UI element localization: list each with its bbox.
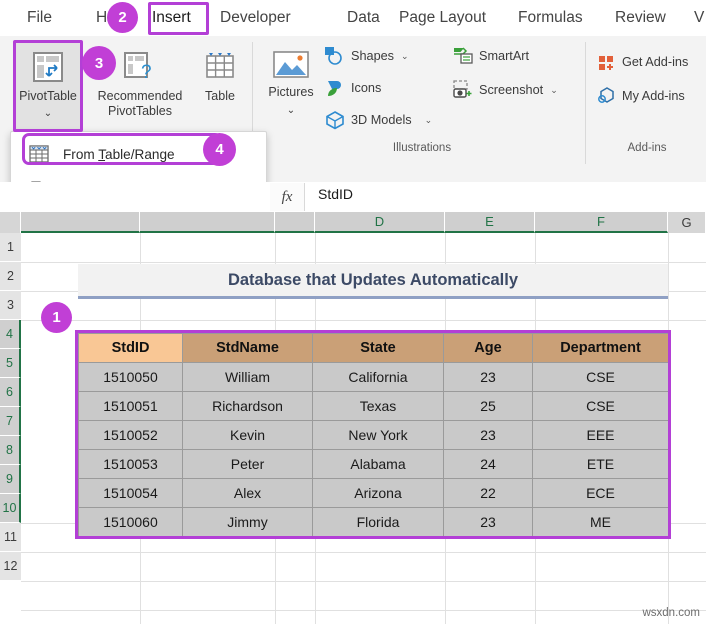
pivottable-button[interactable]: PivotTable ⌄ [16, 42, 80, 140]
callout-badge-4: 4 [203, 133, 236, 166]
gridline [21, 320, 706, 321]
row-header-4[interactable]: 4 [0, 320, 21, 349]
screenshot-chevron-down-icon[interactable]: ⌄ [550, 85, 558, 96]
sheet-title-banner: Database that Updates Automatically [78, 264, 668, 299]
addins-group-label: Add-ins [627, 142, 667, 154]
recommended-pivottables-icon: ? [121, 48, 159, 86]
menu-item-label: From Table/Range [63, 146, 175, 162]
column-header-d[interactable]: D [315, 212, 445, 233]
shapes-icon [324, 46, 346, 66]
smartart-button[interactable]: SmartArt [452, 46, 529, 66]
tab-insert[interactable]: Insert [152, 8, 191, 34]
my-addins-label: My Add-ins [622, 89, 685, 103]
formula-bar-content[interactable]: StdID [318, 186, 353, 202]
screenshot-label: Screenshot [479, 83, 544, 97]
row-header-5[interactable]: 5 [0, 349, 21, 378]
svg-text:?: ? [141, 62, 152, 83]
column-header-g[interactable]: G [668, 212, 706, 233]
screenshot-icon [452, 80, 474, 100]
group-divider-illustrations [585, 42, 586, 164]
column-header-a[interactable] [21, 212, 140, 233]
row-header-6[interactable]: 6 [0, 378, 21, 407]
models-3d-button[interactable]: 3D Models ⌄ [324, 110, 432, 130]
pictures-icon [270, 48, 312, 84]
icons-button[interactable]: Icons [324, 78, 381, 98]
column-header-e[interactable]: E [445, 212, 535, 233]
table-icon [202, 48, 238, 84]
tab-formulas[interactable]: Formulas [518, 8, 583, 28]
row-header-11[interactable]: 11 [0, 523, 21, 552]
get-addins-button[interactable]: Get Add-ins [597, 52, 688, 72]
get-addins-label: Get Add-ins [622, 55, 689, 69]
insert-function-icon[interactable]: fx [270, 183, 305, 211]
tab-page-layout[interactable]: Page Layout [399, 8, 486, 28]
row-header-12[interactable]: 12 [0, 552, 21, 581]
smartart-icon [452, 46, 474, 66]
row-header-3[interactable]: 3 [0, 291, 21, 320]
pivottable-icon [29, 48, 67, 86]
pictures-label: Pictures [268, 85, 314, 99]
tab-developer[interactable]: Developer [220, 8, 291, 28]
illustrations-group-label: Illustrations [392, 142, 452, 154]
recommended-pivottables-label-1: Recommended [97, 89, 183, 103]
shapes-button[interactable]: Shapes ⌄ [324, 46, 409, 66]
watermark: wsxdn.com [642, 607, 700, 619]
gridline [21, 262, 706, 263]
icons-label: Icons [351, 81, 382, 95]
row-header-1[interactable]: 1 [0, 233, 21, 262]
table-button[interactable]: Table [196, 42, 244, 140]
shapes-label: Shapes [351, 49, 395, 63]
get-addins-icon [597, 52, 617, 72]
pivottable-label: PivotTable [19, 89, 77, 103]
column-header-b[interactable] [140, 212, 275, 233]
gridline [21, 552, 706, 553]
column-header-c[interactable] [275, 212, 315, 233]
row-header-10[interactable]: 10 [0, 494, 21, 523]
row-header-7[interactable]: 7 [0, 407, 21, 436]
gridline [21, 581, 706, 582]
tab-file[interactable]: File [27, 8, 52, 28]
pictures-button[interactable]: Pictures ⌄ [262, 44, 320, 140]
callout-badge-3: 3 [82, 46, 116, 80]
pictures-chevron-down-icon[interactable]: ⌄ [287, 106, 295, 116]
sheet-title-text: Database that Updates Automatically [227, 270, 519, 289]
tab-view[interactable]: V [694, 8, 704, 28]
recommended-pivottables-label-2: PivotTables [108, 104, 172, 118]
callout-badge-1: 1 [41, 302, 72, 333]
row-header-8[interactable]: 8 [0, 436, 21, 465]
tab-data[interactable]: Data [347, 8, 380, 28]
row-header-2[interactable]: 2 [0, 262, 21, 291]
tab-review[interactable]: Review [615, 8, 666, 28]
gridline [21, 610, 706, 611]
my-addins-button[interactable]: My Add-ins [597, 86, 685, 106]
shapes-chevron-down-icon[interactable]: ⌄ [401, 51, 409, 62]
cube-3d-icon [324, 110, 346, 130]
smartart-label: SmartArt [479, 49, 530, 63]
models-3d-chevron-down-icon[interactable]: ⌄ [425, 115, 433, 126]
ribbon-tabstrip: File Home Insert Developer Data Page Lay… [0, 0, 706, 36]
table-label: Table [205, 89, 235, 103]
icons-icon [324, 78, 346, 98]
highlight-data-table-range [75, 330, 671, 539]
callout-badge-2: 2 [107, 2, 138, 33]
select-all-corner[interactable] [0, 212, 21, 233]
column-header-f[interactable]: F [535, 212, 668, 233]
excel-window: File Home Insert Developer Data Page Lay… [0, 0, 706, 624]
models-3d-label: 3D Models [351, 113, 412, 127]
table-grid-icon [29, 144, 49, 164]
chevron-down-icon[interactable]: ⌄ [44, 109, 52, 119]
row-header-9[interactable]: 9 [0, 465, 21, 494]
screenshot-button[interactable]: Screenshot ⌄ [452, 80, 558, 100]
my-addins-icon [597, 86, 617, 106]
